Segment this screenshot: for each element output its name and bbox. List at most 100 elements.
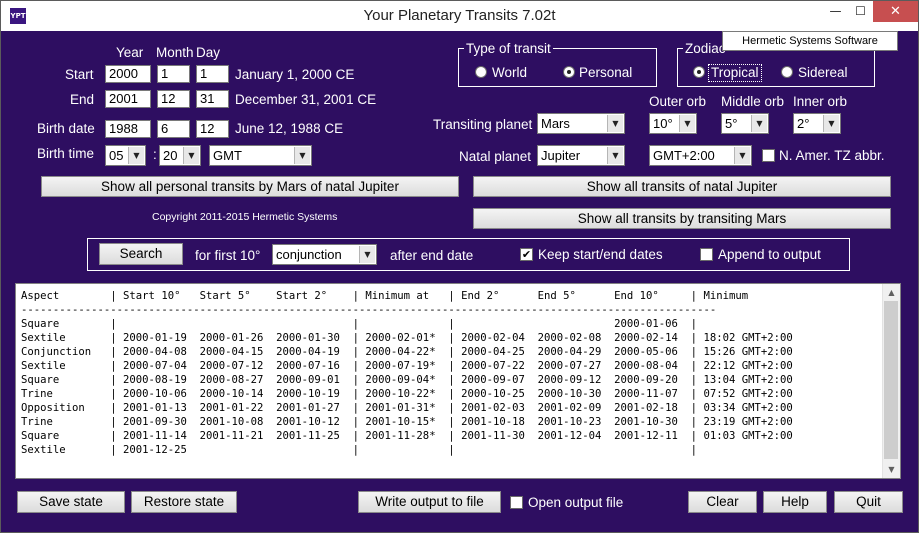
hermetic-systems-popup[interactable]: Hermetic Systems Software [722, 31, 898, 51]
quit-button[interactable]: Quit [834, 491, 903, 513]
output-row: Sextile | 2000-07-04 2000-07-12 2000-07-… [21, 360, 793, 372]
inner-orb-label: Inner orb [793, 94, 848, 109]
scroll-down-icon[interactable]: ▼ [883, 461, 900, 478]
search-button[interactable]: Search [99, 243, 183, 265]
show-personal-transits-button[interactable]: Show all personal transits by Mars of na… [41, 176, 459, 197]
transit-type-legend: Type of transit [464, 41, 553, 57]
transiting-planet-label: Transiting planet [433, 117, 533, 132]
output-header: Aspect | Start 10° Start 5° Start 2° | M… [21, 290, 749, 302]
minimize-icon[interactable]: — [822, 1, 849, 22]
zodiac-legend: Zodiac [683, 41, 728, 57]
save-state-button[interactable]: Save state [17, 491, 125, 513]
natal-timezone-dropdown[interactable]: GMT+2:00 ▼ [649, 145, 752, 166]
tropical-radio[interactable] [693, 66, 705, 78]
outer-orb-label: Outer orb [649, 94, 707, 109]
natal-planet-dropdown[interactable]: Jupiter ▼ [537, 145, 625, 166]
copyright-text: Copyright 2011-2015 Hermetic Systems [152, 211, 338, 223]
birth-timezone-dropdown[interactable]: GMT ▼ [209, 145, 312, 166]
open-output-checkbox[interactable] [510, 496, 523, 509]
world-radio-label[interactable]: World [492, 65, 527, 81]
chevron-down-icon: ▼ [183, 147, 199, 164]
world-radio[interactable] [475, 66, 487, 78]
sidereal-radio[interactable] [781, 66, 793, 78]
main-panel: Year Month Day Start 2000 1 1 January 1,… [1, 31, 918, 532]
keep-dates-checkbox[interactable]: ✔ [520, 248, 533, 261]
window-title: Your Planetary Transits 7.02t [363, 7, 556, 24]
transiting-planet-dropdown[interactable]: Mars ▼ [537, 113, 625, 134]
chevron-down-icon: ▼ [751, 115, 767, 132]
clear-button[interactable]: Clear [688, 491, 757, 513]
birth-minute-value: 20 [163, 148, 178, 163]
output-row: Square | 2001-11-14 2001-11-21 2001-11-2… [21, 430, 793, 442]
start-date-text: January 1, 2000 CE [235, 67, 355, 82]
month-header: Month [156, 45, 194, 60]
chevron-down-icon: ▼ [607, 147, 623, 164]
birth-month-field[interactable]: 6 [157, 120, 190, 138]
output-textarea[interactable]: Aspect | Start 10° Start 5° Start 2° | M… [15, 283, 901, 479]
birth-hour-dropdown[interactable]: 05 ▼ [105, 145, 146, 166]
output-row: Trine | 2000-10-06 2000-10-14 2000-10-19… [21, 388, 793, 400]
end-label: End [70, 92, 95, 107]
start-year-field[interactable]: 2000 [105, 65, 151, 83]
after-end-date-label: after end date [390, 248, 474, 263]
start-month-field[interactable]: 1 [157, 65, 190, 83]
open-output-label[interactable]: Open output file [528, 495, 623, 511]
tz-abbr-checkbox[interactable] [762, 149, 775, 162]
output-row: Sextile | 2000-01-19 2000-01-26 2000-01-… [21, 332, 793, 344]
vertical-scrollbar[interactable]: ▲ ▼ [882, 284, 900, 478]
tropical-radio-label[interactable]: Tropical [708, 64, 762, 82]
birth-timezone-value: GMT [213, 148, 242, 163]
birth-minute-dropdown[interactable]: 20 ▼ [159, 145, 201, 166]
end-month-field[interactable]: 12 [157, 90, 190, 108]
title-bar[interactable]: YPT Your Planetary Transits 7.02t — ☐ ✕ [1, 1, 918, 31]
output-row: Square | 2000-08-19 2000-08-27 2000-09-0… [21, 374, 793, 386]
time-separator: : [153, 147, 157, 162]
personal-radio-label[interactable]: Personal [579, 65, 632, 81]
chevron-down-icon: ▼ [607, 115, 623, 132]
year-header: Year [116, 45, 144, 60]
chevron-down-icon: ▼ [128, 147, 144, 164]
output-text: Aspect | Start 10° Start 5° Start 2° | M… [21, 289, 793, 457]
birth-time-label: Birth time [37, 146, 95, 161]
middle-orb-dropdown[interactable]: 5° ▼ [721, 113, 769, 134]
end-year-field[interactable]: 2001 [105, 90, 151, 108]
restore-state-button[interactable]: Restore state [131, 491, 237, 513]
append-output-checkbox[interactable] [700, 248, 713, 261]
start-day-field[interactable]: 1 [196, 65, 229, 83]
output-row: Square | | | 2000-01-06 | [21, 318, 698, 330]
scroll-up-icon[interactable]: ▲ [883, 284, 900, 301]
output-divider: ----------------------------------------… [21, 304, 717, 316]
personal-radio[interactable] [563, 66, 575, 78]
birth-year-field[interactable]: 1988 [105, 120, 151, 138]
natal-planet-label: Natal planet [459, 149, 532, 164]
append-output-label[interactable]: Append to output [718, 247, 821, 263]
day-header: Day [196, 45, 221, 60]
birth-hour-value: 05 [109, 148, 124, 163]
chevron-down-icon: ▼ [359, 246, 375, 263]
end-day-field[interactable]: 31 [196, 90, 229, 108]
birth-date-text: June 12, 1988 CE [235, 121, 344, 136]
write-output-button[interactable]: Write output to file [358, 491, 501, 513]
birth-day-field[interactable]: 12 [196, 120, 229, 138]
sidereal-radio-label[interactable]: Sidereal [798, 65, 848, 81]
close-icon[interactable]: ✕ [873, 1, 918, 22]
transiting-planet-value: Mars [541, 116, 570, 131]
scrollbar-thumb[interactable] [884, 301, 898, 459]
middle-orb-label: Middle orb [721, 94, 785, 109]
aspect-dropdown[interactable]: conjunction ▼ [272, 244, 377, 265]
outer-orb-value: 10° [653, 116, 673, 131]
maximize-icon[interactable]: ☐ [847, 1, 874, 22]
natal-planet-value: Jupiter [541, 148, 581, 163]
tz-abbr-label[interactable]: N. Amer. TZ abbr. [779, 148, 885, 164]
inner-orb-dropdown[interactable]: 2° ▼ [793, 113, 841, 134]
show-natal-transits-button[interactable]: Show all transits of natal Jupiter [473, 176, 891, 197]
show-transiting-transits-button[interactable]: Show all transits by transiting Mars [473, 208, 891, 229]
chevron-down-icon: ▼ [294, 147, 310, 164]
output-row: Sextile | 2001-12-25 | | | [21, 444, 698, 456]
help-button[interactable]: Help [763, 491, 827, 513]
chevron-down-icon: ▼ [679, 115, 695, 132]
chevron-down-icon: ▼ [823, 115, 839, 132]
app-window: YPT Your Planetary Transits 7.02t — ☐ ✕ … [0, 0, 919, 533]
keep-dates-label[interactable]: Keep start/end dates [538, 247, 663, 263]
outer-orb-dropdown[interactable]: 10° ▼ [649, 113, 697, 134]
